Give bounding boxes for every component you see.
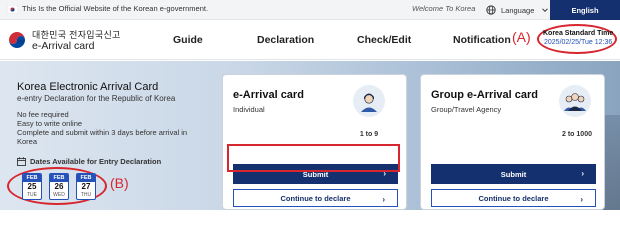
card-title: e-Arrival card [233,89,304,101]
card-subtitle: Group/Travel Agency [431,105,502,114]
date-weekday: THU [80,192,92,198]
member-count: 1 to 9 [359,131,379,138]
gov-notice-text: This Is the Official Website of the Kore… [22,4,209,13]
date-day: 26 [54,182,64,191]
date-weekday: TUE [27,192,37,198]
gov-banner: This Is the Official Website of the Kore… [0,0,620,20]
nav-guide[interactable]: Guide [173,34,203,46]
date-weekday: WED [53,192,65,198]
kst-datetime: 2025/02/25/Tue 12:36 [544,39,613,46]
continue-label: Continue to declare [478,193,549,203]
chevron-right-icon: › [580,195,583,204]
nav-notification[interactable]: Notification [453,34,511,46]
card-subtitle: Individual [233,105,265,114]
date-month: FEB [50,174,68,182]
continue-declare-button[interactable]: Continue to declare › [431,189,596,207]
logo-english-text[interactable]: e-Arrival card [32,40,94,52]
date-card: FEB 27 THU [76,173,96,200]
chevron-right-icon: › [581,169,584,178]
korea-flag-icon [7,5,18,14]
date-day: 27 [81,182,91,191]
submit-button[interactable]: Submit › [431,164,596,184]
calendar-icon [17,157,26,166]
nav-check-edit[interactable]: Check/Edit [357,34,411,46]
group-icon [559,85,591,117]
annotation-b: (B) [110,175,129,191]
hero-info-line: Easy to write online [17,119,83,128]
group-card: Group e-Arrival card Group/Travel Agency… [420,74,605,210]
continue-label: Continue to declare [280,193,351,203]
kst-label: Korea Standard Time [543,30,614,37]
card-title: Group e-Arrival card [431,89,538,101]
nav-declaration[interactable]: Declaration [257,34,314,46]
date-card: FEB 26 WED [49,173,69,200]
chevron-down-icon [542,8,549,13]
annotation-a: (A) [512,29,531,45]
submit-label: Submit [500,169,527,179]
hero-info-line: Korea [17,137,38,146]
korea-emblem-icon[interactable] [5,28,29,52]
date-month: FEB [77,174,95,182]
hero-info-line: No fee required [17,110,69,119]
member-count: 2 to 1000 [562,131,592,138]
globe-icon [486,5,496,15]
language-label: Language [501,5,535,15]
dates-heading-text: Dates Available for Entry Declaration [30,157,162,166]
hero-subtitle: e-entry Declaration for the Republic of … [17,94,176,103]
date-card: FEB 25 TUE [22,173,42,200]
person-icon [353,85,385,117]
continue-declare-button[interactable]: Continue to declare › [233,189,398,207]
annotation-box-submit [227,144,400,172]
dates-heading: Dates Available for Entry Declaration [17,157,161,166]
language-dropdown[interactable]: Language [478,0,550,20]
date-month: FEB [23,174,41,182]
hero-info-line: Complete and submit within 3 days before… [17,128,188,137]
hero-title: Korea Electronic Arrival Card [17,81,159,93]
chevron-right-icon: › [382,195,385,204]
language-english-button[interactable]: English [550,0,620,20]
individual-card: e-Arrival card Individual 1 to 9 Submit … [222,74,407,210]
date-day: 25 [27,182,37,191]
welcome-text: Welcome To Korea [412,4,476,13]
hero-section: Korea Electronic Arrival Card e-entry De… [0,61,620,210]
